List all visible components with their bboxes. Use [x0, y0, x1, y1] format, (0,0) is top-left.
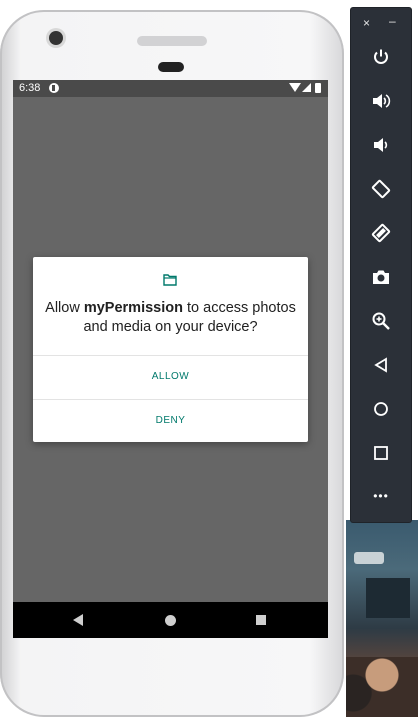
more-button[interactable]: •••	[351, 476, 411, 516]
p-circle-icon	[49, 83, 59, 93]
emulator-toolbar: × – •••	[351, 8, 411, 522]
recents-icon[interactable]	[256, 615, 266, 625]
volume-down-button[interactable]	[351, 124, 411, 164]
battery-icon	[315, 83, 321, 93]
home-circle-icon	[374, 402, 388, 417]
rotate-right-icon	[371, 224, 391, 243]
permission-dialog: Allow myPermission to access photos and …	[33, 257, 308, 442]
home-icon[interactable]	[165, 615, 176, 626]
screenshot-button[interactable]	[351, 256, 411, 296]
power-button[interactable]	[351, 36, 411, 76]
navigation-bar	[13, 602, 328, 638]
rotate-left-button[interactable]	[351, 168, 411, 208]
wifi-icon	[289, 83, 301, 92]
power-icon	[374, 49, 388, 65]
folder-icon	[163, 274, 177, 286]
device-screen: 6:38 Allow myPermission to access photos…	[13, 80, 328, 638]
back-triangle-icon	[374, 357, 387, 373]
rotate-left-icon	[371, 180, 391, 199]
message-prefix: Allow	[45, 300, 84, 316]
allow-button[interactable]: ALLOW	[33, 356, 308, 398]
background-sign-dark	[366, 578, 410, 618]
front-camera	[49, 31, 63, 45]
background-photo	[346, 520, 418, 717]
overview-button[interactable]	[351, 432, 411, 472]
minimize-button[interactable]: –	[389, 14, 396, 28]
back-icon[interactable]	[73, 614, 83, 626]
signal-icon	[302, 83, 311, 92]
rotate-right-button[interactable]	[351, 212, 411, 252]
background-sign	[354, 552, 384, 564]
earpiece	[158, 62, 184, 72]
zoom-button[interactable]	[351, 300, 411, 340]
home-button[interactable]	[351, 388, 411, 428]
background-crowd	[346, 657, 418, 717]
top-speaker	[137, 36, 207, 46]
status-time: 6:38	[19, 82, 41, 94]
close-button[interactable]: ×	[363, 16, 370, 30]
app-name: myPermission	[83, 300, 183, 316]
volume-up-icon	[373, 94, 391, 109]
back-button[interactable]	[351, 344, 411, 384]
volume-down-icon	[374, 138, 388, 153]
volume-up-button[interactable]	[351, 80, 411, 120]
dialog-message: Allow myPermission to access photos and …	[33, 299, 308, 337]
zoom-icon	[372, 312, 390, 331]
camera-icon	[373, 270, 389, 285]
deny-button[interactable]: DENY	[33, 400, 308, 442]
overview-square-icon	[374, 446, 388, 461]
status-bar: 6:38	[13, 80, 328, 97]
